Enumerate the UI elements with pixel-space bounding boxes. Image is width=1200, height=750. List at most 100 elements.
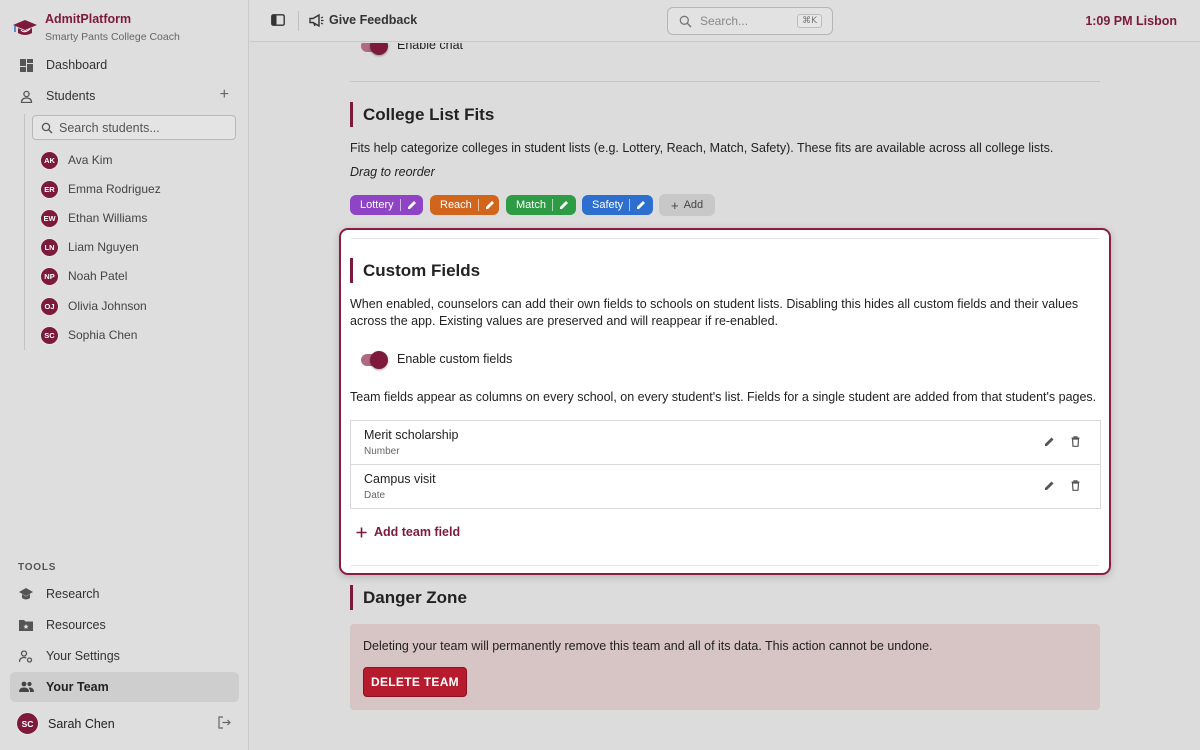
current-user[interactable]: SC Sarah Chen (16, 712, 231, 735)
edit-pencil-icon[interactable] (1044, 436, 1055, 447)
top-bar: Give Feedback Search... ⌘K 1:09 PM Lisbo… (250, 0, 1200, 42)
edit-pencil-icon[interactable] (559, 200, 569, 210)
megaphone-icon (309, 13, 324, 27)
student-item-ava-kim[interactable]: AK Ava Kim (40, 150, 112, 170)
college-list-fits-title: College List Fits (350, 102, 494, 127)
trash-icon[interactable] (1071, 436, 1080, 447)
app-name: AdmitPlatform (45, 12, 132, 26)
plus-icon (356, 527, 367, 537)
nav-research-label: Research (46, 587, 100, 601)
enable-chat-toggle[interactable] (359, 43, 389, 56)
team-field-row[interactable]: Campus visit Date (351, 465, 1100, 509)
danger-zone-box: Deleting your team will permanently remo… (350, 624, 1100, 710)
sidebar: AdmitPlatform Smarty Pants College Coach… (0, 0, 249, 750)
nav-your-settings[interactable]: Your Settings (10, 641, 239, 671)
student-item-olivia-johnson[interactable]: OJ Olivia Johnson (40, 296, 147, 316)
fit-chip-lottery[interactable]: Lottery (350, 195, 423, 215)
search-icon (41, 122, 53, 133)
fit-chip-label: Safety (592, 199, 624, 211)
student-name: Sophia Chen (68, 328, 138, 342)
graduation-cap-logo-icon (13, 20, 37, 35)
field-name: Merit scholarship (364, 428, 459, 442)
give-feedback-button[interactable]: Give Feedback (309, 13, 417, 27)
field-type: Date (364, 490, 386, 501)
student-search-placeholder: Search students... (59, 120, 160, 135)
folder-icon (18, 617, 34, 633)
nav-dashboard[interactable]: Dashboard (10, 50, 239, 80)
add-fit-label: Add (683, 199, 704, 211)
team-field-row[interactable]: Merit scholarship Number (351, 421, 1100, 465)
student-name: Ethan Williams (68, 211, 148, 225)
nav-your-settings-label: Your Settings (46, 649, 120, 663)
student-name: Noah Patel (68, 269, 128, 283)
student-item-ethan-williams[interactable]: EW Ethan Williams (40, 208, 147, 228)
nav-your-team-label: Your Team (46, 680, 109, 694)
group-icon (18, 679, 34, 695)
clock: 1:09 PM Lisbon (1085, 14, 1177, 28)
student-item-sophia-chen[interactable]: SC Sophia Chen (40, 325, 137, 345)
fit-chip-label: Lottery (360, 199, 394, 211)
section-divider (350, 81, 1100, 82)
enable-custom-fields-toggle[interactable] (359, 350, 389, 370)
plus-icon: + (671, 197, 679, 213)
student-avatar: EW (40, 208, 59, 228)
tools-section-label: TOOLS (18, 562, 57, 573)
add-team-field-button[interactable]: Add team field (356, 525, 460, 539)
chip-divider (629, 199, 631, 211)
student-tree-line (24, 114, 25, 350)
edit-pencil-icon[interactable] (407, 200, 417, 210)
toggle-knob (370, 43, 388, 55)
student-search-input[interactable]: Search students... (32, 115, 236, 140)
nav-research[interactable]: Research (10, 579, 239, 609)
fit-chip-reach[interactable]: Reach (430, 195, 499, 215)
student-avatar: OJ (40, 296, 59, 316)
app-subtitle: Smarty Pants College Coach (45, 31, 180, 43)
person-settings-icon (18, 648, 34, 664)
fit-chip-label: Reach (440, 199, 472, 211)
nav-dashboard-label: Dashboard (46, 58, 108, 72)
edit-pencil-icon[interactable] (485, 200, 495, 210)
enable-chat-label: Enable chat (397, 43, 464, 52)
global-search-input[interactable]: Search... ⌘K (667, 7, 833, 35)
student-name: Emma Rodriguez (68, 182, 161, 196)
user-name: Sarah Chen (48, 716, 115, 731)
logout-icon[interactable] (218, 716, 231, 732)
edit-pencil-icon[interactable] (636, 200, 646, 210)
delete-team-button[interactable]: DELETE TEAM (363, 667, 467, 697)
chip-divider (551, 199, 553, 211)
brand[interactable]: AdmitPlatform Smarty Pants College Coach (12, 12, 180, 43)
person-icon (18, 88, 34, 104)
drag-hint: Drag to reorder (350, 165, 435, 179)
fit-chip-safety[interactable]: Safety (582, 195, 653, 215)
student-item-noah-patel[interactable]: NP Noah Patel (40, 266, 127, 286)
team-fields-list: Merit scholarship Number Campus visit Da… (350, 420, 1101, 509)
student-item-liam-nguyen[interactable]: LN Liam Nguyen (40, 237, 139, 257)
dashboard-icon (18, 57, 34, 73)
sidebar-toggle-icon[interactable] (271, 14, 285, 29)
trash-icon[interactable] (1071, 480, 1080, 491)
toolbar-divider (298, 11, 299, 31)
add-fit-button[interactable]: + Add (659, 194, 715, 216)
add-student-plus-icon[interactable]: + (220, 86, 229, 104)
student-item-emma-rodriguez[interactable]: ER Emma Rodriguez (40, 179, 161, 199)
global-search-placeholder: Search... (700, 14, 749, 28)
card-top-divider (351, 238, 1099, 239)
search-icon (679, 15, 692, 27)
student-avatar: NP (40, 266, 59, 286)
student-avatar: SC (40, 325, 59, 345)
nav-resources[interactable]: Resources (10, 610, 239, 640)
fits-description: Fits help categorize colleges in student… (350, 141, 1054, 155)
fit-chip-match[interactable]: Match (506, 195, 576, 215)
custom-fields-title: Custom Fields (350, 258, 480, 283)
user-avatar: SC (16, 712, 39, 735)
nav-students[interactable]: Students + (10, 81, 239, 111)
edit-pencil-icon[interactable] (1044, 480, 1055, 491)
nav-resources-label: Resources (46, 618, 106, 632)
settings-content: Enable chat College List Fits Fits help … (250, 43, 1200, 750)
nav-your-team[interactable]: Your Team (10, 672, 239, 702)
student-avatar: AK (40, 150, 59, 170)
fit-chip-label: Match (516, 199, 546, 211)
custom-fields-description: When enabled, counselors can add their o… (350, 297, 1079, 328)
search-shortcut-badge: ⌘K (797, 14, 822, 28)
nav-students-label: Students (46, 89, 96, 103)
